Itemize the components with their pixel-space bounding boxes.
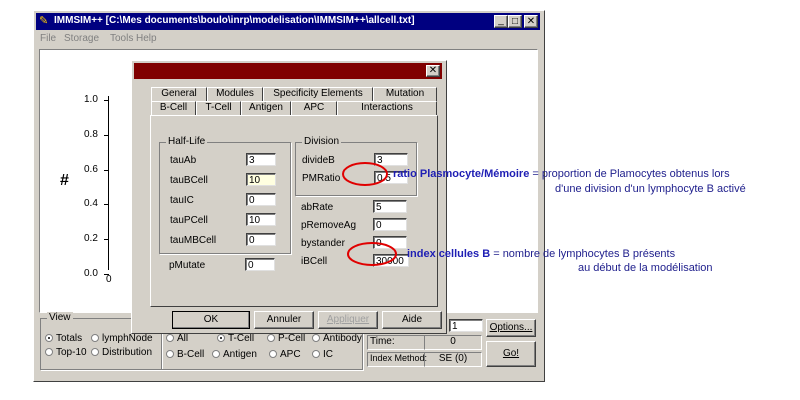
pmratio-highlight [342,162,388,186]
annotation-ibcell-line2: au début de la modélisation [578,262,713,274]
ibcell-highlight [347,242,397,266]
highlight-circles [342,162,397,266]
annotation-pmratio: ratio Plasmocyte/Mémoire = proportion de… [393,168,730,180]
annotation-ibcell: index cellules B = nombre de lymphocytes… [407,248,676,260]
annotation-pmratio-line2: d'une division d'un lymphocyte B activé [555,183,746,195]
